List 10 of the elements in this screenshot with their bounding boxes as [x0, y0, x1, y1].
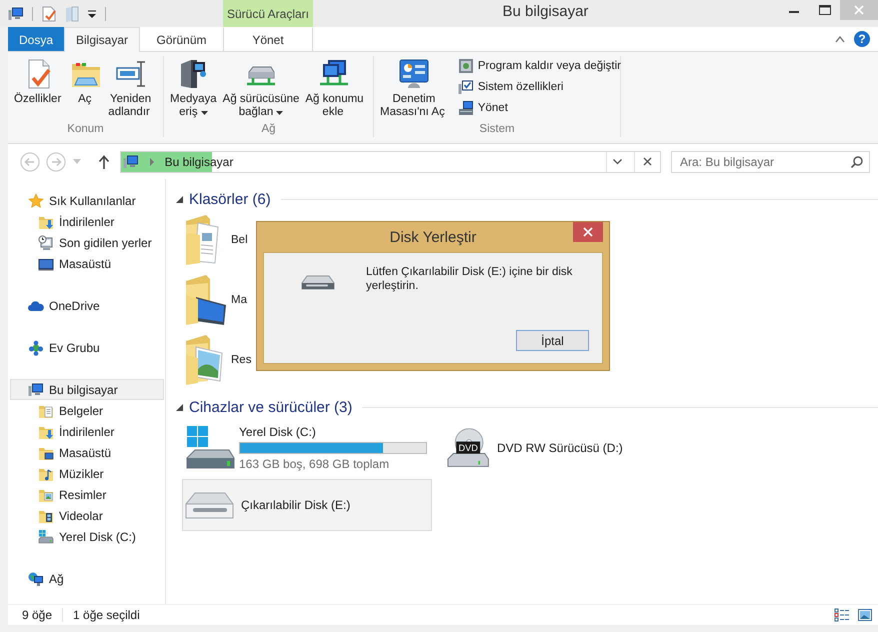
window-title: Bu bilgisayar	[502, 3, 588, 20]
group-label: Ağ	[260, 123, 277, 137]
group-label: Konum	[66, 123, 105, 137]
context-tab-group: Sürücü Araçları	[223, 0, 313, 27]
dialog-message: Lütfen Çıkarılabilir Disk (E:) içine bir disk yerleştirin.	[366, 265, 574, 294]
dialog-title: Disk Yerleştir	[390, 228, 476, 246]
selection-count: 1 öğe seçildi	[73, 608, 140, 622]
capacity-text: 163 GB boş, 698 GB toplam	[239, 457, 390, 471]
group-label: Sistem	[478, 123, 516, 137]
item-count: 9 öğe	[22, 608, 52, 622]
